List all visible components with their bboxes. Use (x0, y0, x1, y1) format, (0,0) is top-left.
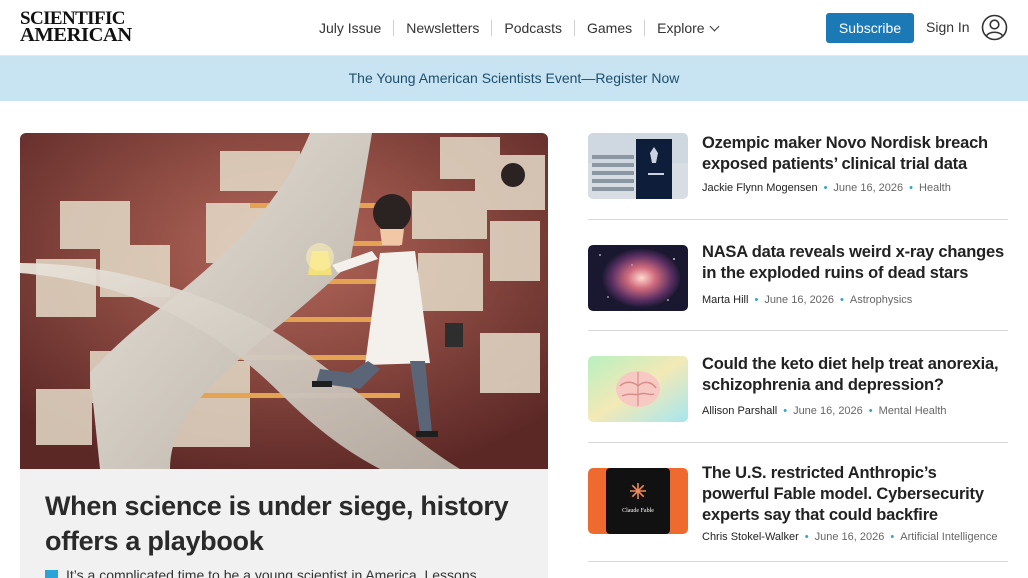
hero-dek-text: It’s a complicated time to be a young sc… (66, 567, 477, 578)
story-category[interactable]: Astrophysics (850, 294, 912, 306)
story-category[interactable]: Artificial Intelligence (900, 531, 997, 543)
nav-july-issue[interactable]: July Issue (307, 20, 393, 36)
story-item[interactable]: Ozempic maker Novo Nordisk breach expose… (588, 133, 1008, 220)
event-banner-text: The Young American Scientists Event—Regi… (348, 70, 680, 86)
logo-line-2: AMERICAN (20, 24, 132, 46)
nav-explore[interactable]: Explore (644, 20, 729, 36)
story-date: June 16, 2026 (764, 294, 835, 306)
story-headline[interactable]: The U.S. restricted Anthropic’s powerful… (702, 463, 1008, 526)
meta-separator-dot: • (840, 294, 844, 306)
thumb-caption: Claude Fable (622, 508, 654, 514)
story-meta: Chris Stokel-Walker • June 16, 2026 • Artifi… (702, 531, 997, 543)
nav-podcasts[interactable]: Podcasts (491, 20, 574, 36)
story-thumbnail[interactable]: Claude Fable (588, 468, 688, 534)
story-headline[interactable]: Could the keto diet help treat anorexia,… (702, 354, 1008, 396)
meta-separator-dot: • (890, 531, 895, 543)
story-thumbnail[interactable] (588, 245, 688, 311)
meta-separator-dot: • (823, 182, 828, 194)
story-date: June 16, 2026 (793, 405, 863, 417)
nav-newsletters[interactable]: Newsletters (393, 20, 491, 36)
event-banner[interactable]: The Young American Scientists Event—Regi… (0, 56, 1028, 101)
story-meta: Allison Parshall • June 16, 2026 • Mental He… (702, 405, 947, 417)
story-category[interactable]: Health (919, 182, 951, 194)
story-meta: Jackie Flynn Mogensen • June 16, 2026 • Heal… (702, 182, 951, 194)
phone-screen (606, 468, 670, 534)
main-nav: July Issue Newsletters Podcasts Games Ex… (307, 0, 730, 56)
story-author[interactable]: Allison Parshall (702, 405, 777, 417)
meta-separator-dot: • (909, 182, 914, 194)
meta-separator-dot: • (754, 294, 759, 306)
story-meta: Marta Hill • June 16, 2026 • Astrophysics (702, 294, 912, 306)
story-thumbnail[interactable] (588, 133, 688, 199)
story-author[interactable]: Jackie Flynn Mogensen (702, 182, 818, 194)
meta-separator-dot: • (804, 531, 809, 543)
story-date: June 16, 2026 (814, 531, 885, 543)
site-logo[interactable]: SCIENTIFIC AMERICAN (20, 9, 133, 46)
meta-separator-dot: • (783, 405, 788, 417)
story-thumbnail[interactable] (588, 356, 688, 422)
hero-dek: It’s a complicated time to be a young sc… (45, 567, 535, 578)
starburst-icon (630, 483, 646, 499)
subscribe-button[interactable]: Subscribe (826, 13, 914, 43)
story-author[interactable]: Chris Stokel-Walker (702, 531, 799, 543)
story-category[interactable]: Mental Health (879, 405, 947, 417)
hero-headline[interactable]: When science is under siege, history off… (45, 489, 525, 559)
nav-games[interactable]: Games (573, 20, 644, 36)
nav-explore-label: Explore (657, 20, 705, 36)
chevron-down-icon (709, 21, 720, 31)
story-item[interactable]: NASA data reveals weird x-ray changes in… (588, 242, 1008, 331)
accent-square-icon (45, 570, 58, 578)
story-item[interactable]: Could the keto diet help treat anorexia,… (588, 354, 1008, 443)
hero-story-card[interactable]: When science is under siege, history off… (20, 133, 548, 578)
sign-in-link[interactable]: Sign In (926, 19, 970, 35)
meta-separator-dot: • (868, 405, 873, 417)
story-date: June 16, 2026 (833, 182, 904, 194)
site-header: SCIENTIFIC AMERICAN July Issue Newslette… (0, 0, 1028, 56)
user-circle-icon[interactable] (981, 14, 1008, 41)
hero-illustration (20, 133, 548, 469)
story-headline[interactable]: Ozempic maker Novo Nordisk breach expose… (702, 133, 1008, 175)
story-author[interactable]: Marta Hill (702, 294, 748, 306)
story-headline[interactable]: NASA data reveals weird x-ray changes in… (702, 242, 1008, 284)
story-item[interactable]: Claude Fable The U.S. restricted Anthrop… (588, 463, 1008, 562)
